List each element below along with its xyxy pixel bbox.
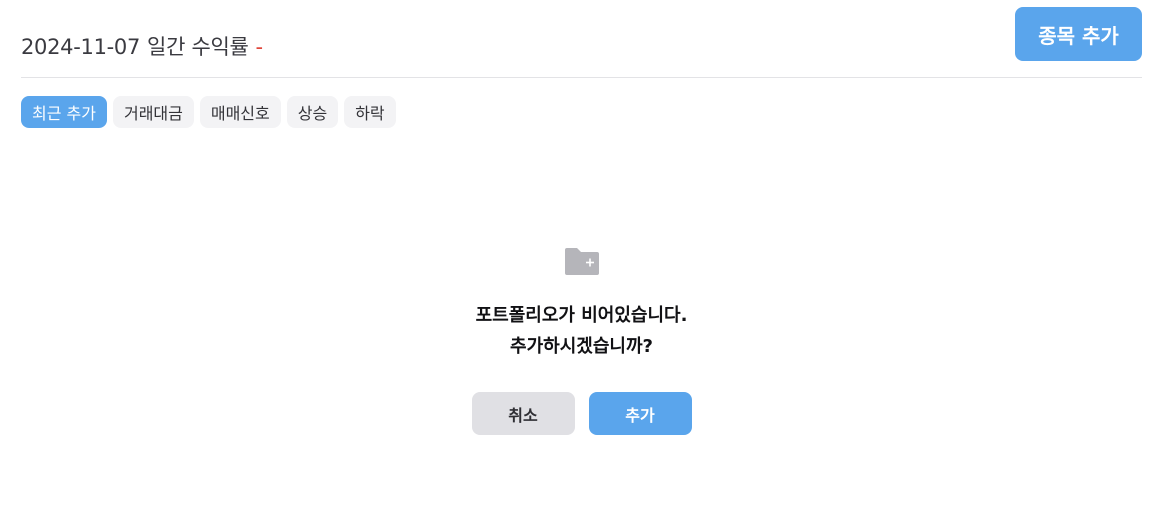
date-label: 2024-11-07 <box>21 35 141 59</box>
daily-return-label: 일간 수익률 <box>147 35 249 59</box>
empty-message-line-1: 포트폴리오가 비어있습니다. <box>475 305 688 326</box>
cancel-button[interactable]: 취소 <box>471 392 575 435</box>
empty-message: 포트폴리오가 비어있습니다. 추가하시겠습니까? <box>476 300 688 362</box>
tab-falling[interactable]: 하락 <box>344 96 396 128</box>
sort-tabs: 최근 추가 거래대금 매매신호 상승 하락 <box>21 96 396 128</box>
portfolio-header: 2024-11-07 일간 수익률 - 종목 추가 <box>21 0 1142 78</box>
add-button[interactable]: 추가 <box>588 392 692 435</box>
tab-trading-value[interactable]: 거래대금 <box>112 96 194 128</box>
tab-trade-signal[interactable]: 매매신호 <box>199 96 281 128</box>
add-stock-button[interactable]: 종목 추가 <box>1015 7 1142 61</box>
portfolio-page: 2024-11-07 일간 수익률 - 종목 추가 최근 추가 거래대금 매매신… <box>21 0 1142 510</box>
tab-rising[interactable]: 상승 <box>286 96 339 128</box>
empty-portfolio-state: 포트폴리오가 비어있습니다. 추가하시겠습니까? 취소 추가 <box>21 246 1142 435</box>
page-title: 2024-11-07 일간 수익률 - <box>21 31 263 61</box>
empty-actions: 취소 추가 <box>471 392 692 435</box>
tab-recent[interactable]: 최근 추가 <box>21 96 107 128</box>
empty-message-line-2: 추가하시겠습니까? <box>510 336 653 357</box>
folder-plus-icon <box>564 248 599 275</box>
daily-return-value: - <box>255 35 264 59</box>
